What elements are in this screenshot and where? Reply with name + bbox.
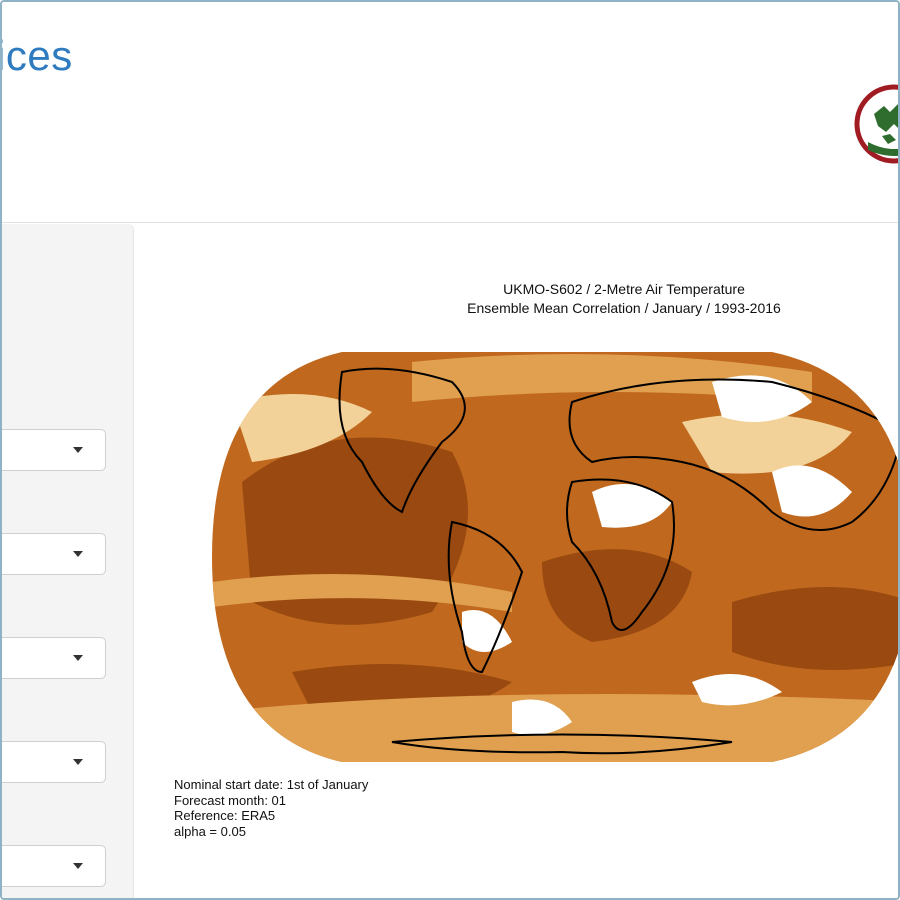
europe-globe-logo-icon [854,84,898,164]
map-dark-region [732,587,898,670]
main-panel: UKMO-S602 / 2-Metre Air Temperature Ense… [134,224,898,898]
sidebar-select-1[interactable] [2,429,106,471]
sidebar-select-2[interactable] [2,533,106,575]
chevron-down-icon [73,551,83,557]
sidebar-select-5[interactable] [2,845,106,887]
sidebar [2,224,134,898]
sidebar-select-3[interactable] [2,637,106,679]
page-title: ices [0,32,73,79]
chevron-down-icon [73,759,83,765]
note-alpha: alpha = 0.05 [174,823,246,839]
map-title-line1: UKMO-S602 / 2-Metre Air Temperature [503,281,745,297]
app-window: ices UKMO-S602 / 2-Metre Air Temperature… [0,0,900,900]
note-start-date: Nominal start date: 1st of January [174,777,369,792]
note-forecast-month: Forecast month: 01 [174,792,286,808]
chevron-down-icon [73,447,83,453]
chevron-down-icon [73,655,83,661]
header: ices [2,2,898,223]
map-notes: Nominal start date: 1st of January Forec… [174,777,368,839]
chevron-down-icon [73,863,83,869]
sidebar-select-4[interactable] [2,741,106,783]
note-reference: Reference: ERA5 [174,808,276,823]
correlation-map [212,352,898,762]
map-title-line2: Ensemble Mean Correlation / January / 19… [467,300,781,316]
map-title: UKMO-S602 / 2-Metre Air Temperature Ense… [394,280,854,318]
